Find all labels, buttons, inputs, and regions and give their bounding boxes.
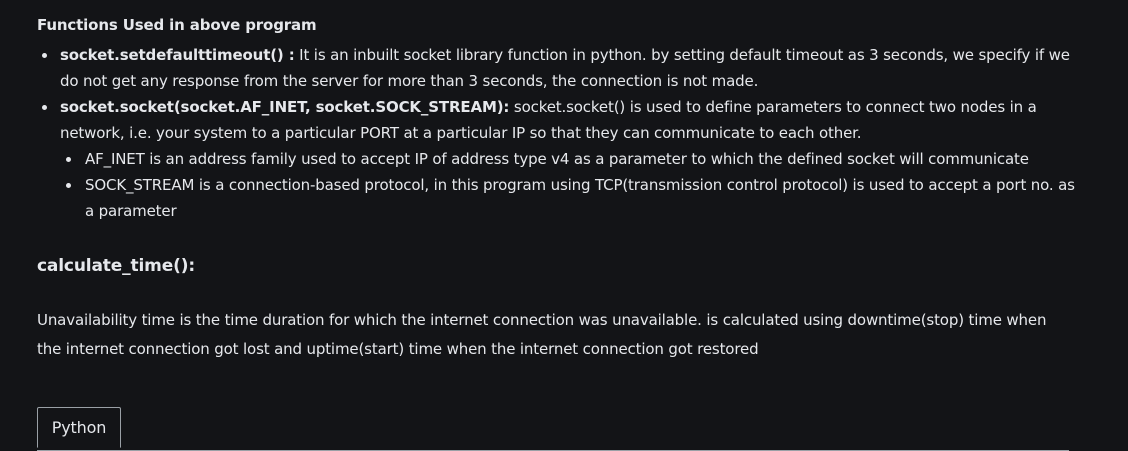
nested-list: AF_INET is an address family used to acc… [37, 146, 1077, 224]
nested-list-item: SOCK_STREAM is a connection-based protoc… [37, 172, 1077, 224]
nested-item-text: AF_INET is an address family used to acc… [85, 150, 1029, 168]
nested-list-item: AF_INET is an address family used to acc… [37, 146, 1077, 172]
bullet-icon [66, 157, 71, 162]
body-paragraph: Unavailability time is the time duration… [37, 311, 1047, 358]
tab-python[interactable]: Python [37, 407, 121, 448]
function-term: socket.setdefaulttimeout() : [60, 46, 295, 64]
functions-list: socket.setdefaulttimeout() : It is an in… [37, 42, 1077, 146]
function-term: socket.socket(socket.AF_INET, socket.SOC… [60, 98, 510, 116]
bullet-icon [66, 183, 71, 188]
list-item: socket.setdefaulttimeout() : It is an in… [37, 42, 1077, 94]
section-heading: Functions Used in above program [37, 16, 317, 34]
bullet-icon [42, 53, 47, 58]
nested-item-text: SOCK_STREAM is a connection-based protoc… [85, 176, 1075, 220]
article-content: Functions Used in above program socket.s… [37, 13, 1077, 364]
list-item: socket.socket(socket.AF_INET, socket.SOC… [37, 94, 1077, 146]
code-tab-bar: Python [37, 407, 1069, 451]
function-subheading: calculate_time(): [37, 256, 195, 276]
bullet-icon [42, 105, 47, 110]
